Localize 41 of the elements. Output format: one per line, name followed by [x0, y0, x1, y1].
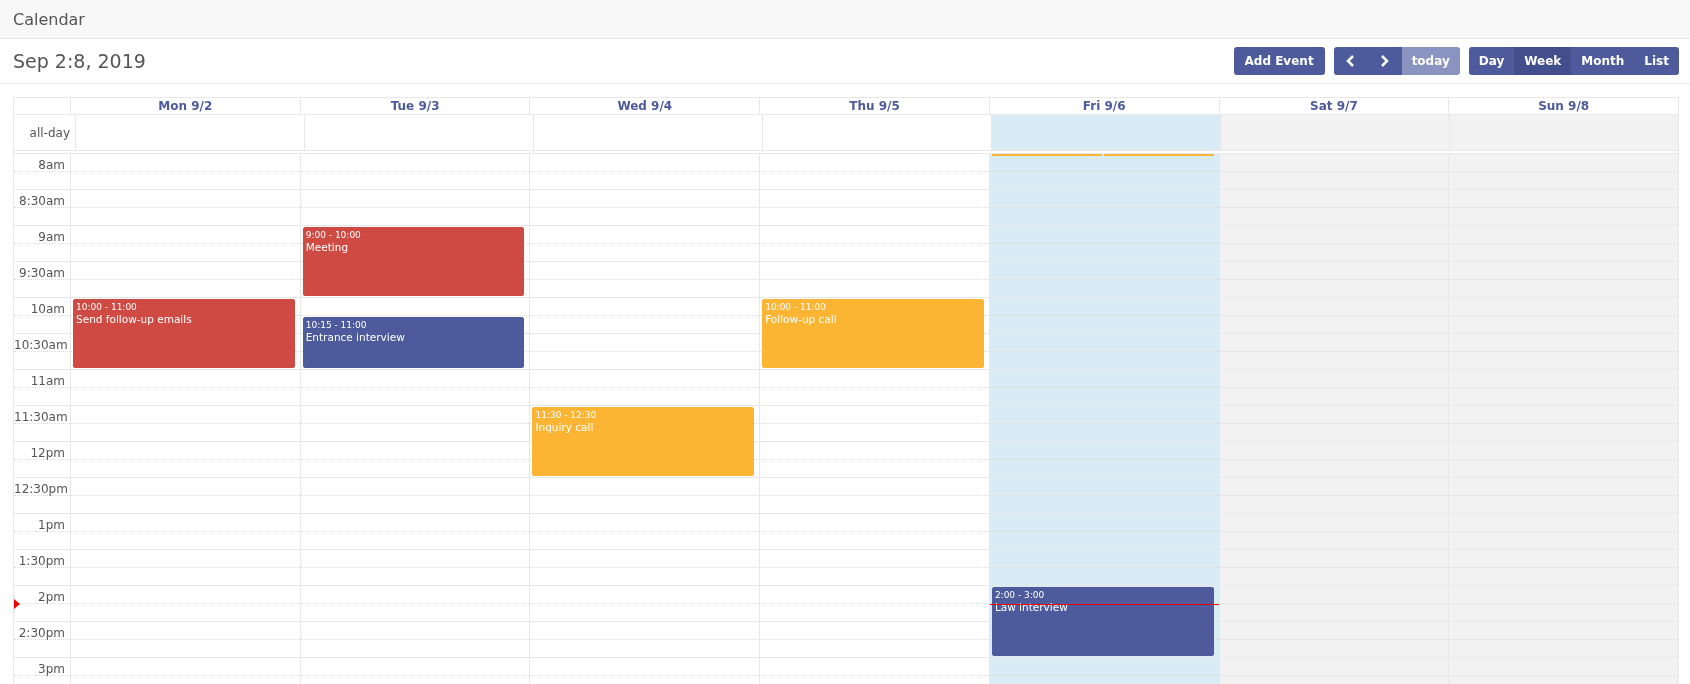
event-title: Send follow-up emails	[76, 313, 192, 326]
event-block[interactable]: 9:00 - 10:00 Meeting	[302, 227, 525, 296]
time-label: 11am	[30, 373, 66, 389]
view-tab[interactable]: List	[1634, 47, 1679, 75]
add-event-button[interactable]: Add Event	[1233, 47, 1325, 75]
time-label: 10:30am	[14, 337, 69, 353]
view-tab[interactable]: Week	[1514, 47, 1572, 75]
event-time: 11:30 - 12:30	[535, 410, 598, 421]
time-label: 12pm	[30, 445, 66, 461]
event-block[interactable]: 10:15 - 11:00 Entrance interview	[302, 317, 525, 368]
event-title: Entrance interview	[305, 331, 405, 344]
event-title: Inquiry call	[535, 421, 594, 434]
time-label: 8am	[38, 157, 66, 173]
view-tab[interactable]: Day	[1468, 47, 1515, 75]
chevron-right-icon	[1380, 55, 1390, 67]
time-label: 9am	[38, 229, 66, 245]
next-button[interactable]	[1367, 47, 1402, 75]
event-time: 10:00 - 11:00	[765, 302, 827, 313]
date-range-title: Sep 2:8, 2019	[13, 50, 146, 72]
time-label: 10am	[30, 301, 66, 317]
time-label: 11:30am	[14, 409, 69, 425]
time-label: 1:30pm	[18, 553, 66, 569]
previous-button[interactable]	[1333, 47, 1368, 75]
event-time: 2:00 - 3:00	[994, 590, 1046, 601]
event-time: 10:00 - 11:00	[76, 302, 138, 313]
time-label: 12:30pm	[14, 481, 69, 497]
time-label: 2:30pm	[18, 625, 66, 641]
time-label: 1pm	[38, 517, 66, 533]
time-label: 9:30am	[19, 265, 66, 281]
event-title: Meeting	[305, 241, 349, 254]
app-title: Calendar	[13, 9, 85, 29]
event-block[interactable]: 10:00 - 11:00 Send follow-up emails	[73, 299, 295, 368]
time-label: 3pm	[38, 661, 66, 677]
time-label: 8:30am	[19, 193, 66, 209]
view-tab[interactable]: Month	[1571, 47, 1635, 75]
event-time: 9:00 - 10:00	[305, 230, 362, 241]
event-time: 10:15 - 11:00	[305, 320, 368, 331]
time-label: 2pm	[38, 589, 66, 605]
chevron-left-icon	[1346, 55, 1356, 67]
event-title: Follow-up call	[765, 313, 837, 326]
all-day-label: all-day	[29, 125, 70, 140]
